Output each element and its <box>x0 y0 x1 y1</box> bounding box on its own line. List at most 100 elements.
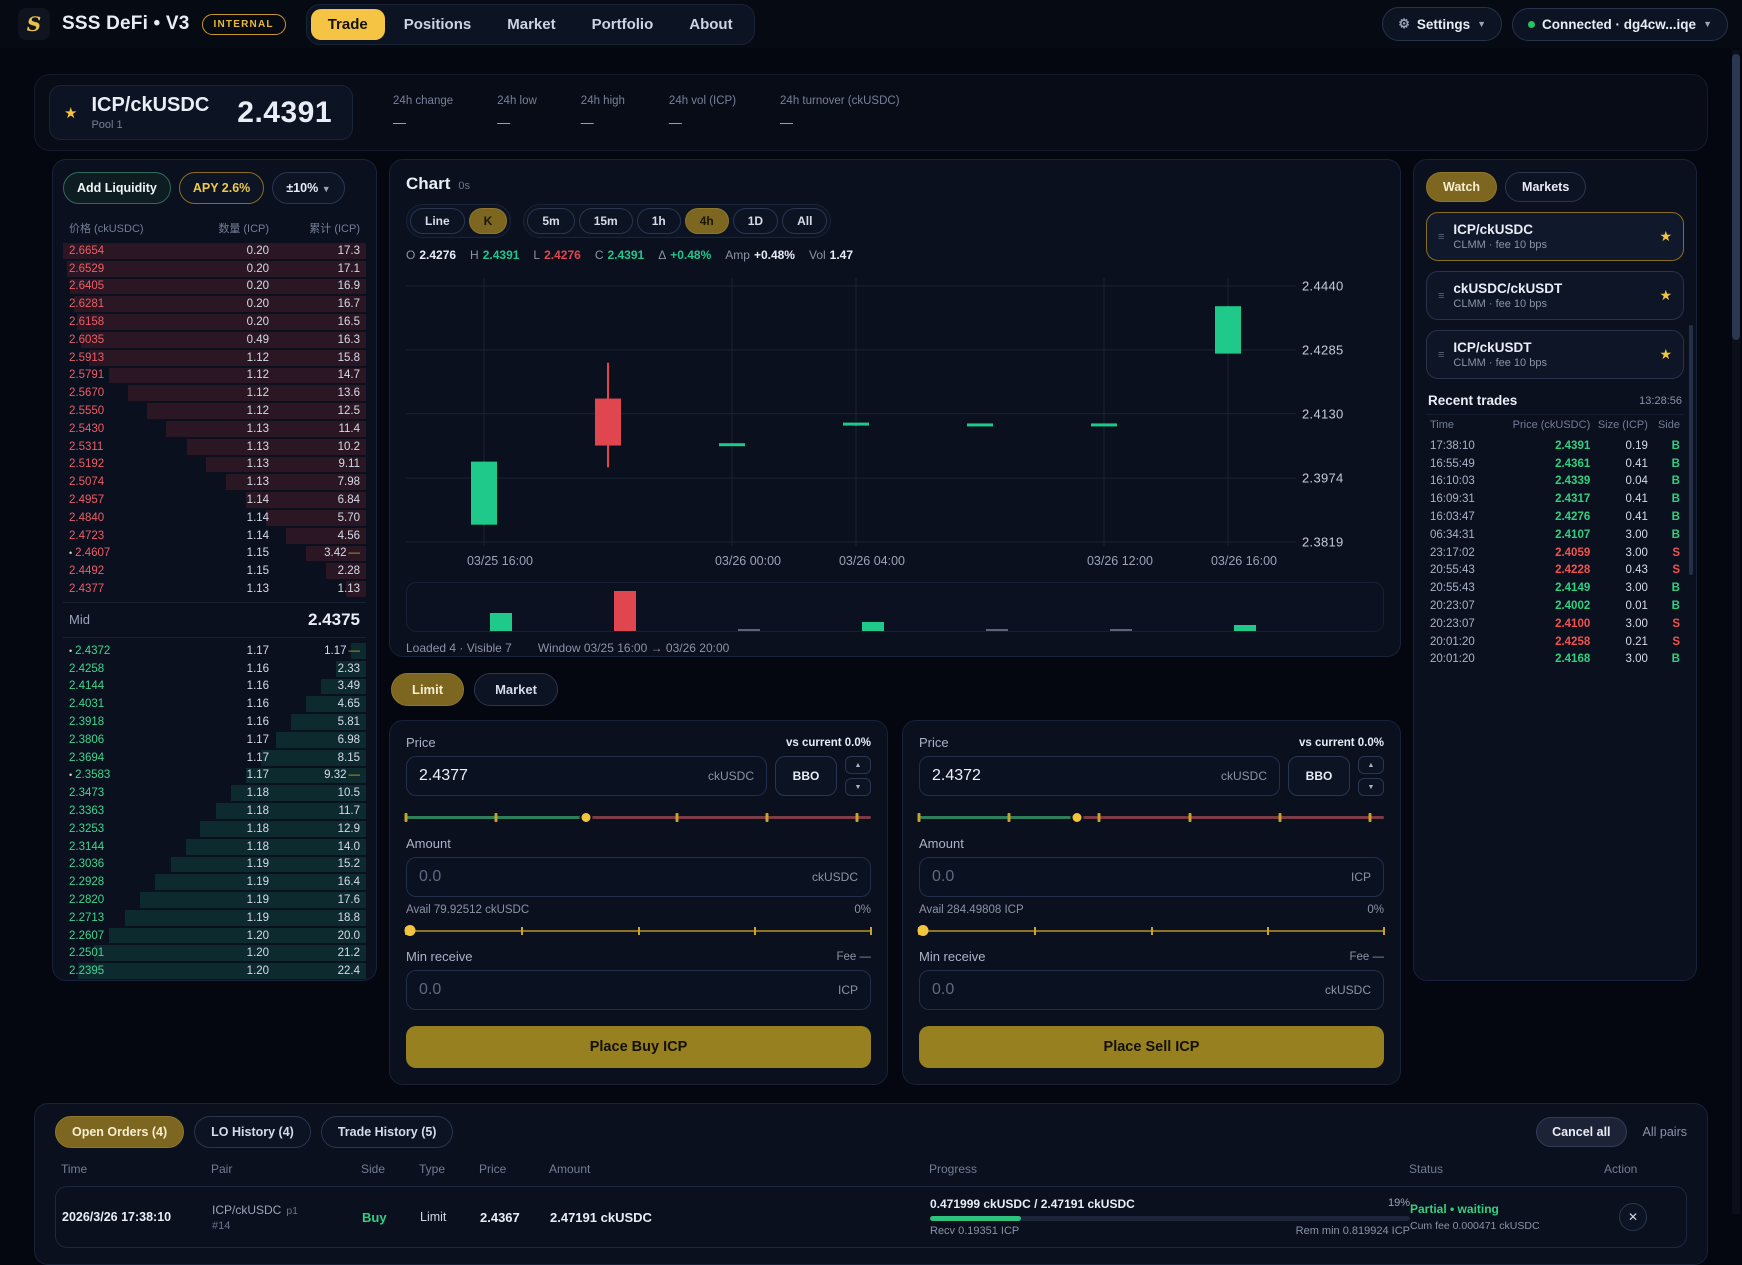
orderbook-row[interactable]: 2.38061.176.98 <box>63 731 366 749</box>
orderbook-row[interactable]: 2.51921.139.11 <box>63 456 366 474</box>
all-pairs-filter[interactable]: All pairs <box>1643 1125 1687 1139</box>
orderbook-row[interactable]: 2.55501.1212.5 <box>63 402 366 420</box>
sell-amount-input[interactable] <box>932 868 1343 886</box>
orderbook-row[interactable]: 2.40311.164.65 <box>63 695 366 713</box>
timeframe-1h[interactable]: 1h <box>637 208 681 234</box>
orderbook-row[interactable]: •2.43721.171.17— <box>63 642 366 660</box>
orders-tab-lo-history-4-[interactable]: LO History (4) <box>194 1116 311 1148</box>
orderbook-row[interactable]: 2.61580.2016.5 <box>63 313 366 331</box>
orderbook-row[interactable]: 2.28201.1917.6 <box>63 891 366 909</box>
pair-card[interactable]: ★ ICP/ckUSDC Pool 1 2.4391 <box>49 85 353 140</box>
orderbook-row[interactable]: 2.36941.178.15 <box>63 749 366 767</box>
entry-tab-limit[interactable]: Limit <box>391 673 464 706</box>
slider-knob[interactable] <box>405 925 416 936</box>
orderbook-row[interactable]: 2.31441.1814.0 <box>63 838 366 856</box>
apy-button[interactable]: APY 2.6% <box>179 172 264 204</box>
range-dropdown[interactable]: ±10% ▼ <box>272 172 344 204</box>
timeframe-all[interactable]: All <box>782 208 827 234</box>
orderbook-row[interactable]: 2.59131.1215.8 <box>63 349 366 367</box>
watch-pair-icp-ckusdc[interactable]: ≡ICP/ckUSDCCLMM · fee 10 bps★ <box>1426 212 1684 261</box>
buy-price-slider[interactable] <box>406 806 871 828</box>
orderbook-row[interactable]: 2.27131.1918.8 <box>63 909 366 927</box>
orderbook-row[interactable]: 2.44921.152.28 <box>63 562 366 580</box>
star-icon[interactable]: ★ <box>1659 346 1672 363</box>
watch-pair-ckusdc-ckusdt[interactable]: ≡ckUSDC/ckUSDTCLMM · fee 10 bps★ <box>1426 271 1684 320</box>
orderbook-row[interactable]: 2.47231.144.56 <box>63 527 366 545</box>
buy-price-step-down[interactable]: ▼ <box>845 778 871 796</box>
buy-bbo-button[interactable]: BBO <box>775 756 837 796</box>
place-buy-button[interactable]: Place Buy ICP <box>406 1026 871 1068</box>
slider-knob[interactable] <box>918 925 929 936</box>
orderbook-row[interactable]: 2.29281.1916.4 <box>63 873 366 891</box>
sell-price-step-up[interactable]: ▲ <box>1358 756 1384 774</box>
wallet-button[interactable]: Connected · dg4cw...iqe ▼ <box>1512 8 1728 41</box>
buy-price-step-up[interactable]: ▲ <box>845 756 871 774</box>
orderbook-row[interactable]: 2.42581.162.33 <box>63 660 366 678</box>
buy-min-receive-input[interactable] <box>419 981 830 999</box>
chart-mode-k[interactable]: K <box>469 208 508 234</box>
orderbook-row[interactable]: 2.66540.2017.3 <box>63 242 366 260</box>
orderbook-row[interactable]: 2.56701.1213.6 <box>63 384 366 402</box>
star-icon[interactable]: ★ <box>1659 287 1672 304</box>
cancel-order-button close-icon[interactable]: ✕ <box>1619 1203 1647 1231</box>
orderbook-row[interactable]: •2.22901.2123.6— <box>63 980 366 981</box>
timeframe-4h[interactable]: 4h <box>685 208 729 234</box>
nav-item-trade[interactable]: Trade <box>311 9 385 40</box>
orderbook-row[interactable]: 2.57911.1214.7 <box>63 367 366 385</box>
watch-tab-watch[interactable]: Watch <box>1426 172 1497 202</box>
nav-item-portfolio[interactable]: Portfolio <box>575 9 671 40</box>
sell-price-input[interactable] <box>932 767 1213 785</box>
timeframe-1d[interactable]: 1D <box>733 208 778 234</box>
orderbook-row[interactable]: 2.43771.131.13 <box>63 580 366 598</box>
sell-price-step-down[interactable]: ▼ <box>1358 778 1384 796</box>
watch-tab-markets[interactable]: Markets <box>1505 172 1586 202</box>
orderbook-row[interactable]: 2.48401.145.70 <box>63 509 366 527</box>
entry-tab-market[interactable]: Market <box>474 673 558 706</box>
orders-tab-trade-history-5-[interactable]: Trade History (5) <box>321 1116 454 1148</box>
nav-item-positions[interactable]: Positions <box>387 9 489 40</box>
candlestick-plot[interactable]: 2.44402.42852.41302.39742.3819 <box>406 270 1384 552</box>
slider-knob[interactable] <box>1071 811 1084 824</box>
settings-button[interactable]: ⚙ Settings ▼ <box>1382 7 1502 41</box>
sell-min-receive-input[interactable] <box>932 981 1317 999</box>
orderbook-row[interactable]: •2.35831.179.32— <box>63 767 366 785</box>
orderbook-row[interactable]: 2.32531.1812.9 <box>63 820 366 838</box>
sell-price-slider[interactable] <box>919 806 1384 828</box>
timeframe-5m[interactable]: 5m <box>527 208 574 234</box>
orderbook-row[interactable]: 2.34731.1810.5 <box>63 784 366 802</box>
nav-item-market[interactable]: Market <box>490 9 572 40</box>
buy-amount-input[interactable] <box>419 868 804 886</box>
add-liquidity-button[interactable]: Add Liquidity <box>63 172 171 204</box>
orderbook-row[interactable]: 2.23951.2022.4 <box>63 962 366 980</box>
orderbook-row[interactable]: 2.50741.137.98 <box>63 473 366 491</box>
page-scrollbar-thumb[interactable] <box>1732 54 1740 340</box>
timeframe-15m[interactable]: 15m <box>579 208 633 234</box>
sell-amount-slider[interactable] <box>919 922 1384 940</box>
slider-knob[interactable] <box>580 811 593 824</box>
chart-mode-line[interactable]: Line <box>410 208 465 234</box>
orders-tab-open-orders-4-[interactable]: Open Orders (4) <box>55 1116 184 1148</box>
orderbook-row[interactable]: 2.39181.165.81 <box>63 713 366 731</box>
orderbook-row[interactable]: •2.46071.153.42— <box>63 545 366 563</box>
place-sell-button[interactable]: Place Sell ICP <box>919 1026 1384 1068</box>
orderbook-row[interactable]: 2.65290.2017.1 <box>63 260 366 278</box>
orderbook-row[interactable]: 2.49571.146.84 <box>63 491 366 509</box>
orderbook-row[interactable]: 2.33631.1811.7 <box>63 802 366 820</box>
orderbook-row[interactable]: 2.53111.1310.2 <box>63 438 366 456</box>
favorite-star-icon[interactable]: ★ <box>64 104 77 122</box>
orderbook-row[interactable]: 2.26071.2020.0 <box>63 927 366 945</box>
orderbook-row[interactable]: 2.60350.4916.3 <box>63 331 366 349</box>
star-icon[interactable]: ★ <box>1659 228 1672 245</box>
panel-scrollbar-thumb[interactable] <box>1689 325 1693 575</box>
orderbook-row[interactable]: 2.54301.1311.4 <box>63 420 366 438</box>
watch-pair-icp-ckusdt[interactable]: ≡ICP/ckUSDTCLMM · fee 10 bps★ <box>1426 330 1684 379</box>
sell-bbo-button[interactable]: BBO <box>1288 756 1350 796</box>
orderbook-row[interactable]: 2.41441.163.49 <box>63 678 366 696</box>
orderbook-row[interactable]: 2.64050.2016.9 <box>63 278 366 296</box>
orderbook-row[interactable]: 2.62810.2016.7 <box>63 295 366 313</box>
buy-amount-slider[interactable] <box>406 922 871 940</box>
cancel-all-button[interactable]: Cancel all <box>1536 1117 1626 1147</box>
orderbook-row[interactable]: 2.25011.2021.2 <box>63 944 366 962</box>
orderbook-row[interactable]: 2.30361.1915.2 <box>63 856 366 874</box>
volume-pane[interactable] <box>406 582 1384 632</box>
